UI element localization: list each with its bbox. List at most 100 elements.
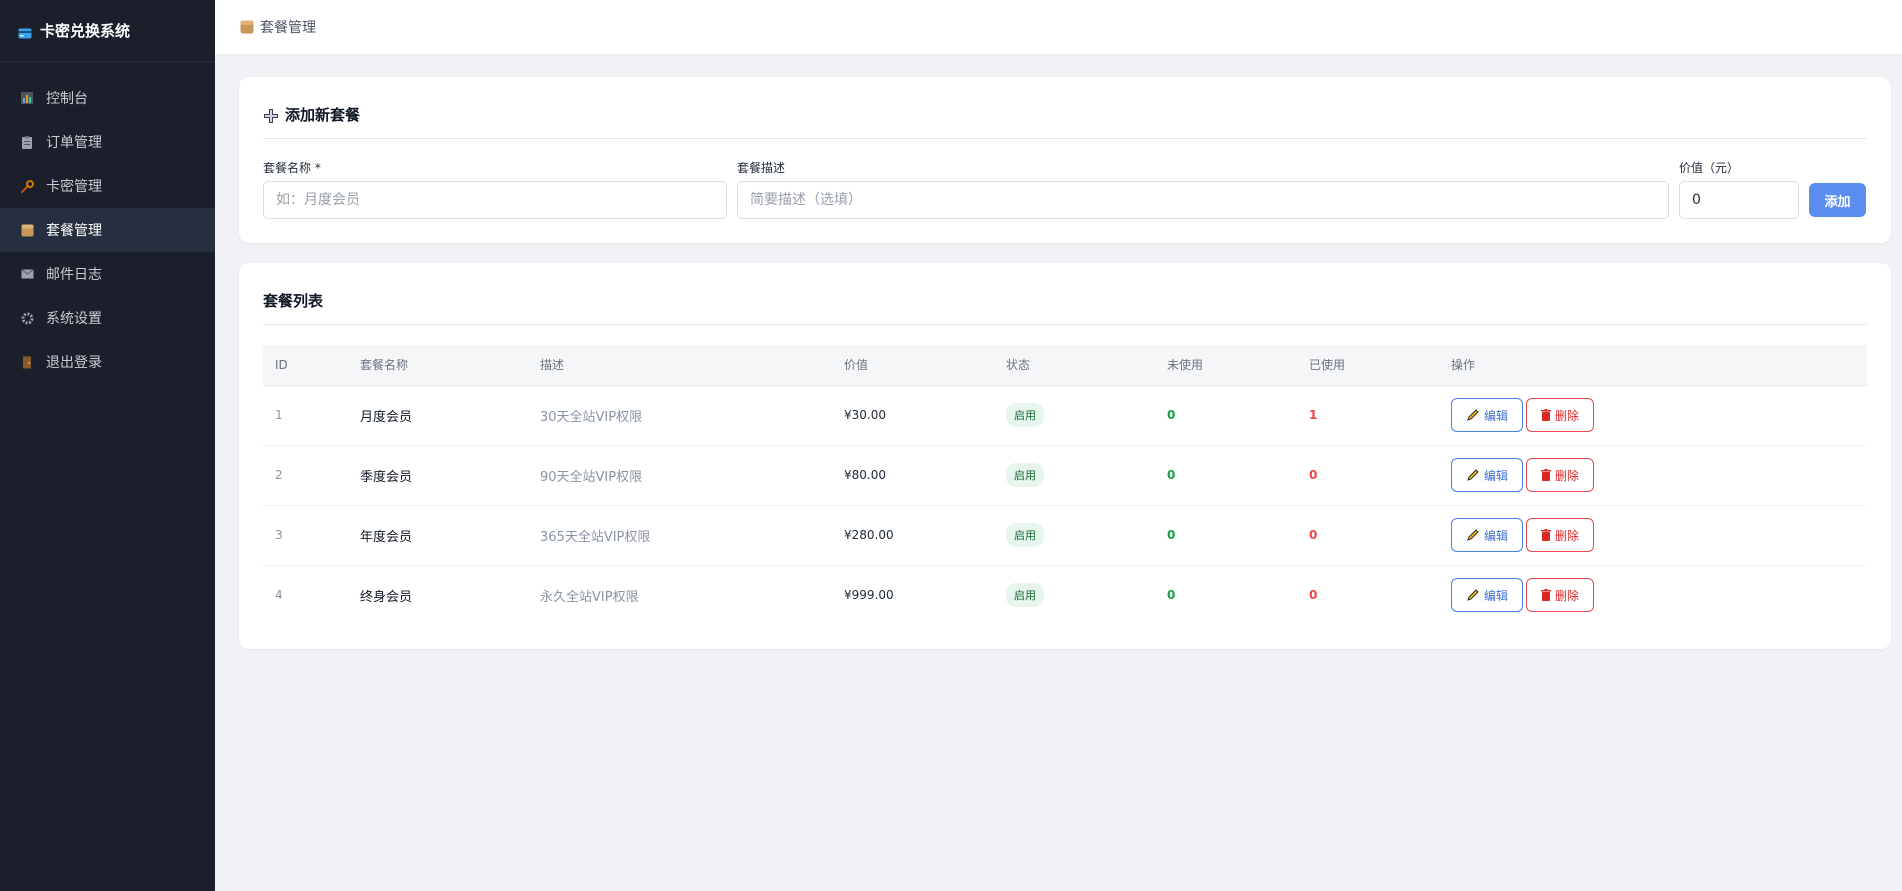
sidebar-item-settings[interactable]: 系统设置 — [0, 296, 215, 340]
package-value-input[interactable] — [1679, 181, 1799, 219]
main-area: 套餐管理 添加新套餐 套餐名称 * 套餐描述 价值（元） — [215, 0, 1902, 891]
trash-icon — [1541, 529, 1552, 541]
add-package-card: 添加新套餐 套餐名称 * 套餐描述 价值（元） 添加 — [239, 77, 1891, 243]
cell-desc: 365天全站VIP权限 — [528, 505, 832, 566]
col-header-unused: 未使用 — [1155, 345, 1297, 386]
cell-actions: 编辑 删除 — [1439, 505, 1867, 566]
add-package-form: 套餐名称 * 套餐描述 价值（元） 添加 — [263, 139, 1867, 243]
edit-label: 编辑 — [1484, 528, 1509, 543]
col-header-id: ID — [263, 345, 348, 386]
delete-label: 删除 — [1555, 408, 1580, 423]
table-row: 3 年度会员 365天全站VIP权限 ¥280.00 启用 0 0 编辑 删除 — [263, 505, 1867, 566]
sidebar-item-label: 邮件日志 — [46, 267, 102, 283]
edit-button[interactable]: 编辑 — [1451, 458, 1524, 492]
package-icon — [240, 20, 254, 34]
edit-button[interactable]: 编辑 — [1451, 578, 1524, 613]
cell-id: 2 — [263, 445, 348, 506]
col-header-status: 状态 — [994, 345, 1155, 386]
sidebar-item-dashboard[interactable]: 控制台 — [0, 76, 215, 120]
card-title-text: 套餐列表 — [263, 292, 324, 310]
sidebar-item-label: 系统设置 — [46, 311, 102, 327]
package-list-card: 套餐列表 ID 套餐名称 描述 价值 状态 未使用 已使用 操作 1 月度会员 … — [239, 263, 1891, 649]
cell-status: 启用 — [994, 445, 1155, 506]
add-package-title: 添加新套餐 — [263, 77, 1867, 139]
content: 添加新套餐 套餐名称 * 套餐描述 价值（元） 添加 — [215, 54, 1902, 669]
sidebar-item-packages[interactable]: 套餐管理 — [0, 208, 215, 252]
cell-name: 年度会员 — [348, 505, 528, 566]
sidebar-item-orders[interactable]: 订单管理 — [0, 120, 215, 164]
cell-price: ¥999.00 — [844, 588, 894, 603]
cell-name: 季度会员 — [348, 445, 528, 506]
package-list-title: 套餐列表 — [263, 263, 1867, 325]
cell-id: 1 — [263, 385, 348, 446]
cell-desc: 永久全站VIP权限 — [540, 589, 639, 605]
sidebar-nav: 控制台 订单管理 卡密管理 套餐管理 邮件日志 系统设置 退出登录 — [0, 62, 215, 384]
pencil-icon — [1467, 409, 1479, 421]
delete-label: 删除 — [1555, 468, 1580, 483]
col-header-actions: 操作 — [1439, 345, 1867, 386]
cell-unused: 0 — [1155, 445, 1297, 506]
clipboard-icon — [20, 135, 34, 149]
edit-button[interactable]: 编辑 — [1451, 398, 1524, 432]
cell-desc: 90天全站VIP权限 — [528, 445, 832, 506]
trash-icon — [1541, 589, 1552, 602]
topbar: 套餐管理 — [215, 0, 1902, 54]
wrench-icon — [20, 179, 34, 193]
sidebar-item-label: 卡密管理 — [46, 179, 102, 195]
cell-used: 0 — [1297, 445, 1439, 506]
cell-name: 月度会员 — [348, 385, 528, 446]
table-row: 2 季度会员 90天全站VIP权限 ¥80.00 启用 0 0 编辑 删除 — [263, 445, 1867, 506]
trash-icon — [1541, 409, 1552, 421]
pencil-icon — [1467, 529, 1479, 541]
sidebar-item-label: 套餐管理 — [46, 223, 102, 239]
cell-unused: 0 — [1155, 385, 1297, 446]
cell-status: 启用 — [994, 505, 1155, 566]
cell-used: 1 — [1297, 385, 1439, 446]
cell-unused: 0 — [1167, 588, 1176, 603]
package-desc-input[interactable] — [737, 181, 1669, 219]
package-table: ID 套餐名称 描述 价值 状态 未使用 已使用 操作 1 月度会员 30天全站… — [263, 345, 1867, 625]
status-badge: 启用 — [1006, 403, 1044, 427]
col-header-name: 套餐名称 — [348, 345, 528, 386]
delete-button[interactable]: 删除 — [1526, 578, 1595, 613]
delete-button[interactable]: 删除 — [1526, 398, 1595, 432]
cell-unused: 0 — [1155, 505, 1297, 566]
edit-label: 编辑 — [1484, 468, 1509, 483]
delete-button[interactable]: 删除 — [1526, 458, 1595, 492]
mail-icon — [20, 267, 34, 281]
col-header-price: 价值 — [832, 345, 994, 386]
status-badge: 启用 — [1006, 583, 1044, 608]
cell-price: ¥30.00 — [832, 385, 994, 446]
sidebar-item-logout[interactable]: 退出登录 — [0, 340, 215, 384]
desc-label: 套餐描述 — [737, 161, 786, 175]
cell-actions: 编辑 删除 — [1439, 385, 1867, 446]
cell-id: 3 — [263, 505, 348, 566]
cell-desc: 30天全站VIP权限 — [528, 385, 832, 446]
desc-field: 套餐描述 — [737, 159, 1669, 219]
col-header-used: 已使用 — [1297, 345, 1439, 386]
table-header-row: ID 套餐名称 描述 价值 状态 未使用 已使用 操作 — [263, 345, 1867, 386]
sidebar-item-mail-log[interactable]: 邮件日志 — [0, 252, 215, 296]
cell-price: ¥80.00 — [832, 445, 994, 506]
edit-label: 编辑 — [1484, 408, 1509, 423]
cell-actions: 编辑 删除 — [1439, 445, 1867, 506]
table-row: 4 终身会员 永久全站VIP权限 ¥999.00 启用 0 0 编辑 删除 — [263, 565, 1867, 625]
cell-used: 0 — [1297, 505, 1439, 566]
name-field: 套餐名称 * — [263, 159, 727, 219]
sidebar-item-cards[interactable]: 卡密管理 — [0, 164, 215, 208]
cell-status: 启用 — [994, 565, 1155, 625]
pencil-icon — [1467, 469, 1479, 481]
cell-actions: 编辑 删除 — [1439, 565, 1867, 625]
card-title-text: 添加新套餐 — [285, 106, 361, 124]
name-label: 套餐名称 * — [263, 161, 321, 175]
delete-label: 删除 — [1555, 588, 1580, 603]
package-name-input[interactable] — [263, 181, 727, 219]
edit-button[interactable]: 编辑 — [1451, 518, 1524, 552]
delete-button[interactable]: 删除 — [1526, 518, 1595, 552]
add-package-button[interactable]: 添加 — [1809, 183, 1866, 217]
delete-label: 删除 — [1555, 528, 1580, 543]
value-field: 价值（元） — [1679, 159, 1799, 219]
sidebar-brand: 卡密兑换系统 — [0, 0, 215, 62]
sidebar: 卡密兑换系统 控制台 订单管理 卡密管理 套餐管理 邮件日志 系统设置 退出登录 — [0, 0, 215, 891]
sidebar-item-label: 控制台 — [46, 91, 88, 107]
